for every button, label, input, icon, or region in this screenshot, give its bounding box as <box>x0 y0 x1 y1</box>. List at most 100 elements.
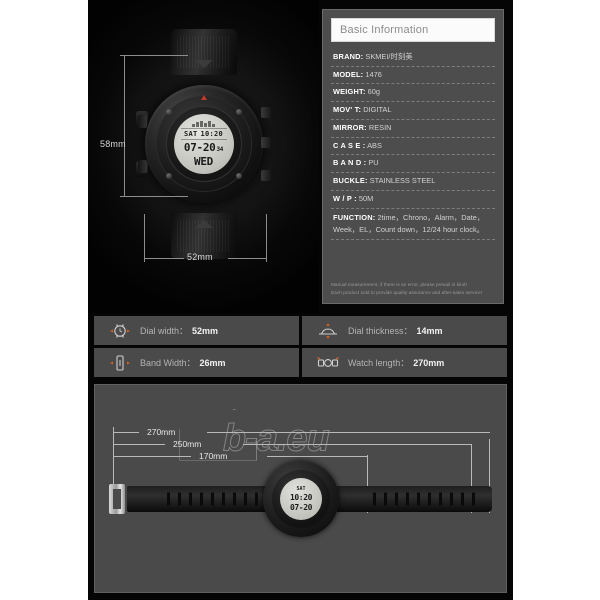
spec-row: MIRROR: RESIN <box>331 120 495 138</box>
lcd-seconds: 34 <box>216 145 224 153</box>
lcd-row-date: 07-20 34 <box>183 140 224 154</box>
dim-tick-bottom <box>120 196 188 197</box>
spec-label: Dial thickness： <box>348 326 413 336</box>
dimension-label-270: 270mm <box>147 427 176 437</box>
spec-label: Watch length： <box>348 358 410 368</box>
band-holes-right <box>373 492 480 506</box>
lcd-row-bottom: WED <box>194 154 213 168</box>
spec-value: 1476 <box>365 69 382 79</box>
spec-key: MODEL: <box>333 69 364 79</box>
spec-row-function: FUNCTION: 2time，Chrono，Alarm，Date，Week，E… <box>331 209 495 241</box>
dim-line-250-b <box>243 444 472 445</box>
spec-key: BUCKLE: <box>333 176 368 186</box>
bezel-screw-icon <box>165 172 172 179</box>
watch-inner-ring: SAT 10:20 07-20 34 WED <box>165 105 242 182</box>
flat-lcd-time: 10:20 <box>289 493 313 502</box>
spec-row: C A S E : ABS <box>331 138 495 156</box>
spec-value: 52mm <box>192 325 219 336</box>
spec-label: Band Width： <box>140 358 196 368</box>
dim-line-170-a <box>113 456 191 457</box>
watch-pusher <box>260 169 271 181</box>
spec-value: 60g <box>367 87 381 97</box>
dim-line-270-b <box>207 432 490 433</box>
watch-strap-top <box>170 28 237 75</box>
watch-dial-icon <box>108 322 132 340</box>
watch-length-panel: b-a.eu 270mm 250mm 170mm SAT 10:20 07-20 <box>94 384 507 593</box>
flat-watch-case: SAT 10:20 07-20 <box>263 461 339 537</box>
lcd-indicator-bars-icon <box>192 120 215 127</box>
watch-pusher <box>137 114 147 128</box>
flat-lcd-date: 07-20 <box>289 503 313 512</box>
watch-band-left <box>127 486 267 512</box>
dim-tick-left <box>144 214 145 262</box>
dimension-label-width: 52mm <box>187 252 213 262</box>
watch-thickness-icon <box>316 322 340 340</box>
dim-line-270-a <box>113 432 139 433</box>
dim-line-width-a <box>144 258 184 259</box>
bezel-red-marker-icon <box>200 94 207 100</box>
dim-line-width-b <box>228 258 267 259</box>
band-holes-left <box>167 492 263 506</box>
measurement-grid: Dial width： 52mm Dial thickness： 14mm Ba… <box>88 313 513 381</box>
specification-list: BRAND: SKMEI/时刻美 MODEL: 1476 WEIGHT: 60g… <box>331 49 495 274</box>
lcd-day: SAT <box>183 129 198 138</box>
disclaimer-line-1: Manual measurement, if there is an error… <box>331 281 467 287</box>
dim-line-170-b <box>267 456 367 457</box>
spec-cell-band-width: Band Width： 26mm <box>94 348 299 377</box>
spec-value: RESIN <box>368 122 392 132</box>
spec-value: 270mm <box>413 357 445 368</box>
lcd-row-day-time: SAT 10:20 <box>184 130 223 138</box>
dim-line-height <box>124 55 125 197</box>
spec-value: STAINLESS STEEL <box>369 176 436 186</box>
content-column: SAT 10:20 07-20 34 WED 58mm 52mm Basic I… <box>88 0 513 600</box>
bezel-screw-icon <box>235 172 242 179</box>
spec-value: PU <box>368 158 379 168</box>
flat-watch-illustration: SAT 10:20 07-20 <box>101 461 500 537</box>
lcd-date: 07-20 <box>183 140 216 154</box>
lcd-divider <box>180 138 227 140</box>
watch-pusher <box>260 136 271 148</box>
spec-value: SKMEI/时刻美 <box>365 52 413 61</box>
spec-value: ABS <box>367 140 382 150</box>
disclaimer-line-2: Each product sold to provide quality ass… <box>331 289 483 295</box>
strap-arrow-icon <box>194 59 213 68</box>
spec-row: BRAND: SKMEI/时刻美 <box>331 49 495 67</box>
watch-photo-panel: SAT 10:20 07-20 34 WED 58mm 52mm <box>88 0 319 313</box>
watch-lcd-display: SAT 10:20 07-20 34 WED <box>173 113 234 174</box>
band-width-icon <box>108 354 132 372</box>
spec-key: WEIGHT: <box>333 87 366 97</box>
lcd-divider <box>180 127 227 129</box>
basic-information-title-box: Basic Information <box>331 18 495 42</box>
spec-label: Dial width： <box>140 326 189 336</box>
lcd-time: 10:20 <box>200 129 224 138</box>
spec-row: MODEL: 1476 <box>331 67 495 85</box>
top-section: SAT 10:20 07-20 34 WED 58mm 52mm Basic I… <box>88 0 513 313</box>
disclaimer-text: Manual measurement, if there is an error… <box>331 281 495 297</box>
basic-information-panel: Basic Information BRAND: SKMEI/时刻美 MODEL… <box>322 9 504 304</box>
spec-row: WEIGHT: 60g <box>331 84 495 103</box>
spec-key: FUNCTION: <box>333 212 376 222</box>
spec-value: 14mm <box>416 325 443 336</box>
dim-line-250-a <box>113 444 165 445</box>
spec-value: 26mm <box>199 357 226 368</box>
basic-information-title: Basic Information <box>340 24 429 36</box>
bezel-screw-icon <box>235 108 242 115</box>
spec-row: BUCKLE: STAINLESS STEEL <box>331 173 495 191</box>
spec-key: MIRROR: <box>333 122 367 132</box>
watch-pusher <box>260 106 271 118</box>
spec-cell-dial-width: Dial width： 52mm <box>94 316 299 345</box>
dimension-label-250: 250mm <box>173 439 202 449</box>
bezel-screw-icon <box>165 108 172 115</box>
flat-lcd-day: SAT <box>296 486 306 492</box>
dimension-label-height: 58mm <box>100 139 126 149</box>
flat-watch-bezel: SAT 10:20 07-20 <box>272 470 330 528</box>
spec-row: B A N D : PU <box>331 155 495 174</box>
spec-key: B A N D : <box>333 158 367 168</box>
watch-buckle <box>109 484 125 514</box>
flat-watch-lcd: SAT 10:20 07-20 <box>280 478 322 520</box>
spec-key: BRAND: <box>333 52 364 61</box>
watch-product-photo: SAT 10:20 07-20 34 WED <box>135 28 271 259</box>
watch-pusher <box>137 159 147 173</box>
watch-length-icon <box>316 354 340 372</box>
spec-row: W / P : 50M <box>331 191 495 209</box>
